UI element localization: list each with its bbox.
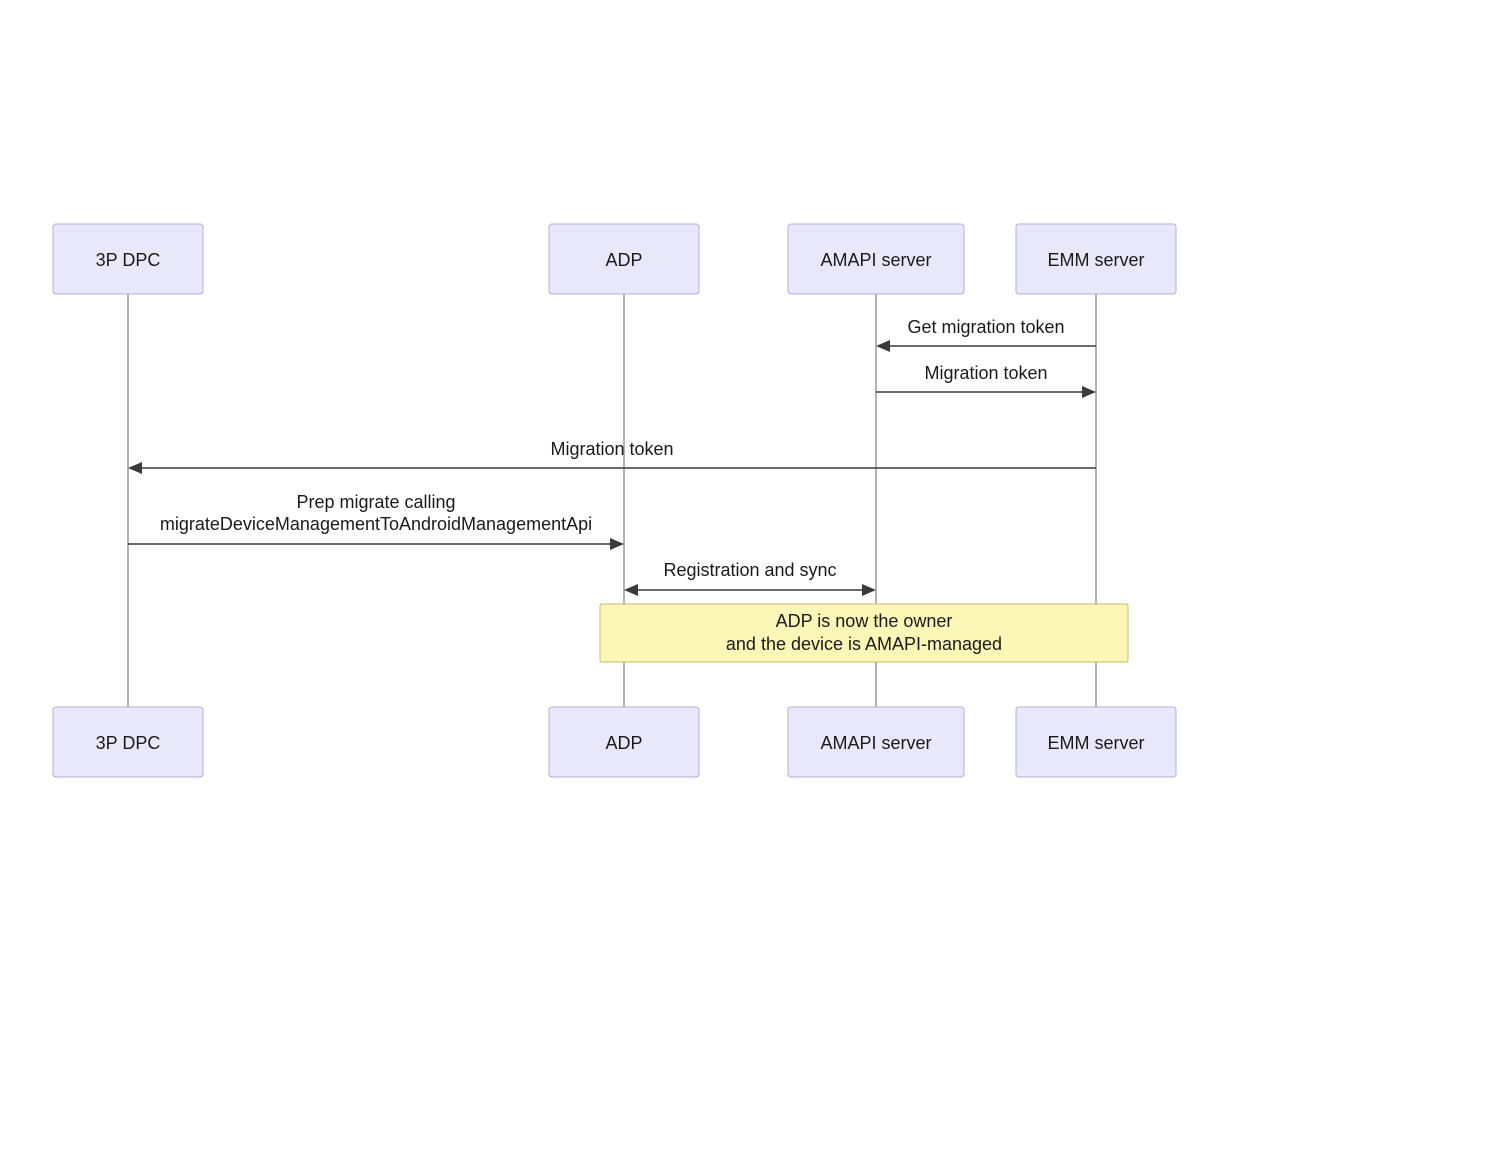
msg-label-get-migration-token: Get migration token [907,317,1064,337]
sequence-diagram: 3P DPC ADP AMAPI server EMM server 3P DP… [0,0,1500,1169]
note-line2: and the device is AMAPI-managed [726,634,1002,654]
actor-label-amapi-top: AMAPI server [820,250,931,270]
actor-label-amapi-bottom: AMAPI server [820,733,931,753]
note-line1: ADP is now the owner [776,611,953,631]
actor-label-adp-bottom: ADP [605,733,642,753]
arrowhead-get-migration-token [876,340,890,352]
actor-label-3p-dpc-bottom: 3P DPC [96,733,161,753]
arrowhead-migration-token-emm-dpc [128,462,142,474]
msg-label-prep-migrate-line2: migrateDeviceManagementToAndroidManageme… [160,514,592,534]
arrowhead-registration-sync-left [624,584,638,596]
msg-label-registration-sync: Registration and sync [663,560,836,580]
msg-label-migration-token-amapi-emm: Migration token [924,363,1047,383]
msg-label-prep-migrate-line1: Prep migrate calling [296,492,455,512]
arrowhead-registration-sync-right [862,584,876,596]
msg-label-migration-token-emm-dpc: Migration token [550,439,673,459]
actor-label-3p-dpc-top: 3P DPC [96,250,161,270]
actor-label-adp-top: ADP [605,250,642,270]
actor-label-emm-top: EMM server [1047,250,1144,270]
arrowhead-migration-token-amapi-emm [1082,386,1096,398]
arrowhead-prep-migrate [610,538,624,550]
actor-label-emm-bottom: EMM server [1047,733,1144,753]
